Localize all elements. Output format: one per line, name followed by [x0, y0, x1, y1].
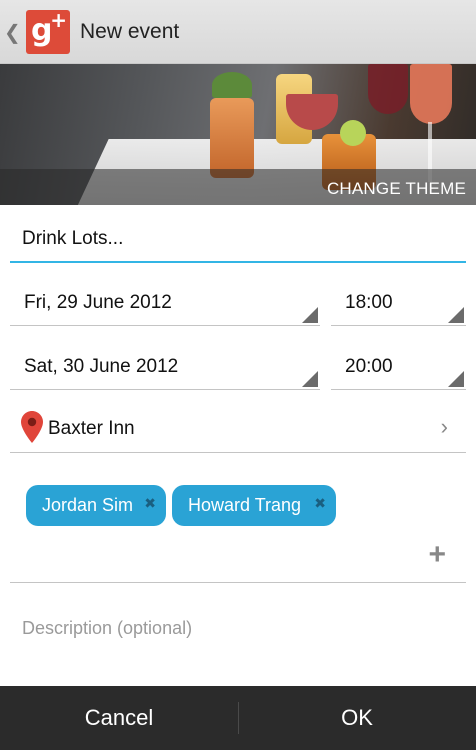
google-plus-logo-icon[interactable]: g +: [26, 10, 70, 54]
wine-glass-decoration: [368, 64, 408, 114]
start-time-spinner[interactable]: 18:00: [331, 282, 466, 326]
remove-guest-icon[interactable]: ✖: [314, 495, 326, 512]
ok-button[interactable]: OK: [238, 686, 476, 750]
cocktail-glass-decoration: [210, 98, 254, 178]
spinner-corner-icon: [302, 371, 318, 387]
start-date-value: Fri, 29 June 2012: [24, 292, 172, 313]
start-date-spinner[interactable]: Fri, 29 June 2012: [10, 282, 320, 326]
guest-chip[interactable]: Howard Trang ✖: [172, 485, 336, 526]
end-date-value: Sat, 30 June 2012: [24, 356, 179, 377]
description-placeholder: Description (optional): [22, 618, 193, 638]
theme-banner-image: CHANGE THEME: [0, 64, 476, 205]
description-input[interactable]: Description (optional): [10, 610, 466, 650]
back-chevron-icon[interactable]: ❮: [4, 20, 21, 45]
location-field[interactable]: Baxter Inn ›: [10, 404, 466, 453]
guest-list: Jordan Sim ✖ Howard Trang ✖ +: [10, 476, 466, 583]
cancel-button[interactable]: Cancel: [0, 686, 238, 750]
spinner-corner-icon: [302, 307, 318, 323]
spinner-corner-icon: [448, 371, 464, 387]
bottom-button-bar: Cancel OK: [0, 686, 476, 750]
page-title: New event: [80, 20, 180, 43]
rose-glass-decoration: [410, 64, 452, 124]
end-time-value: 20:00: [345, 356, 393, 377]
lime-decoration: [340, 120, 366, 146]
action-bar: ❮ g + New event: [0, 0, 476, 64]
location-value: Baxter Inn: [48, 418, 135, 439]
garnish-decoration: [212, 72, 252, 98]
chevron-right-icon[interactable]: ›: [441, 414, 448, 440]
guest-name: Jordan Sim: [42, 495, 134, 515]
change-theme-strip[interactable]: CHANGE THEME: [0, 169, 476, 205]
start-time-value: 18:00: [345, 292, 393, 313]
guest-name: Howard Trang: [188, 495, 302, 515]
end-date-spinner[interactable]: Sat, 30 June 2012: [10, 346, 320, 390]
spinner-corner-icon: [448, 307, 464, 323]
change-theme-button[interactable]: CHANGE THEME: [327, 179, 466, 199]
end-time-spinner[interactable]: 20:00: [331, 346, 466, 390]
remove-guest-icon[interactable]: ✖: [144, 495, 156, 512]
add-guest-plus-icon[interactable]: +: [428, 540, 446, 570]
logo-plus: +: [50, 8, 67, 32]
event-title-input[interactable]: Drink Lots...: [10, 216, 466, 263]
map-pin-icon: [21, 411, 43, 443]
guest-chip[interactable]: Jordan Sim ✖: [26, 485, 166, 526]
event-title-value: Drink Lots...: [22, 228, 124, 249]
